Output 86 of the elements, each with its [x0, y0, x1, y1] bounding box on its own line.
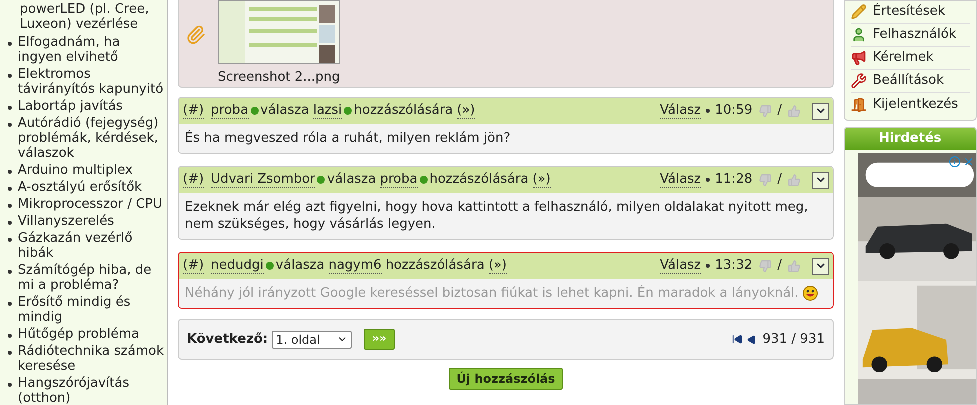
author-link[interactable]: Udvari Zsombor	[211, 172, 316, 188]
bullet-icon	[8, 187, 12, 191]
previous-page-icon[interactable]	[746, 334, 757, 344]
reply-suffix: hozzászólására	[354, 102, 454, 120]
sidebar-link[interactable]: Labortáp javítás	[18, 99, 123, 114]
first-page-icon[interactable]	[732, 334, 743, 345]
vote-separator: /	[778, 171, 782, 190]
comment-text: Ezeknek már elég azt figyelni, hogy hova kattintott a felhasználó, milyen oldalakat nyitott meg, nem szükséges, hogy vásárlás legyen.	[185, 199, 810, 233]
bullet-icon	[8, 74, 12, 78]
menu-item[interactable]: Kérelmek	[851, 47, 970, 70]
bullet-icon	[8, 123, 12, 127]
menu-item[interactable]: Kijelentkezés	[851, 93, 970, 116]
reply-link[interactable]: Válasz	[660, 104, 702, 118]
reply-verb: válasza	[260, 102, 310, 120]
comment-text: Néhány jól irányzott Google kereséssel biztosan fiúkat is lehet kapni. Én maradok a lányoknál.	[185, 285, 799, 302]
bullet-icon	[706, 109, 710, 113]
new-post-button[interactable]: Új hozzászólás	[448, 368, 564, 390]
ad-header: Hirdetés	[845, 128, 976, 150]
sidebar-link[interactable]: Számítógép hiba, de mi a probléma?	[18, 263, 165, 293]
sidebar-link[interactable]: Elfogadnám, ha ingyen elvihető	[18, 35, 165, 65]
menu-dropdown-button[interactable]	[812, 102, 829, 120]
sidebar-link[interactable]: powerLED (pl. Cree, Luxeon) vezérlése	[8, 0, 165, 34]
menu-item[interactable]: Értesítések	[851, 1, 970, 24]
permalink[interactable]: (#)	[183, 258, 204, 274]
sidebar-link[interactable]: Gázkazán vezérlő hibák	[18, 231, 165, 261]
reply-verb: válasza	[276, 257, 325, 276]
page-count: 931 / 931	[762, 330, 825, 349]
bullet-icon	[8, 238, 12, 242]
reply-link[interactable]: Válasz	[660, 172, 702, 188]
author-link[interactable]: nagym6	[328, 258, 382, 274]
bullet-icon	[8, 204, 12, 208]
bullet-icon	[8, 351, 12, 355]
bullet-icon	[8, 302, 12, 306]
sidebar-link[interactable]: A-osztályú erősítők	[18, 180, 142, 195]
comment-time: 10:59	[715, 102, 753, 120]
sidebar-link[interactable]: Hangszórójavítás (otthon)	[18, 376, 165, 405]
reply-verb: válasza	[327, 171, 376, 190]
bullet-icon	[8, 270, 12, 274]
paperclip-icon	[186, 25, 206, 45]
bullet-icon	[706, 264, 710, 268]
comment-time: 11:28	[715, 171, 753, 190]
author-link[interactable]: proba	[211, 104, 249, 118]
bullet-icon	[8, 106, 12, 110]
sidebar-link[interactable]: Elektromos távirányítós kapunyitó	[18, 67, 165, 97]
next-label: Következő:	[187, 330, 268, 349]
attachment-filename[interactable]: Screenshot 2...png	[218, 68, 340, 88]
page-select[interactable]: 1. oldal	[272, 330, 352, 348]
door-icon	[851, 96, 867, 112]
sidebar-link[interactable]: Autórádió (fejegység) problémák, kérdések, válaszok	[18, 116, 165, 161]
menu-item[interactable]: Beállítások	[851, 70, 970, 93]
sidebar-link[interactable]: Erősítő mindig és mindig	[18, 295, 165, 325]
sidebar-link[interactable]: Villanyszerelés	[18, 214, 114, 229]
parent-link[interactable]: (»)	[532, 172, 551, 188]
author-link[interactable]: nedudgi	[211, 258, 264, 274]
vote-separator: /	[778, 102, 782, 120]
comment-text: És ha megveszed róla a ruhát, milyen reklám jön?	[185, 130, 511, 147]
pencil-icon	[851, 4, 867, 20]
reply-link[interactable]: Válasz	[660, 258, 702, 274]
menu-item[interactable]: Felhasználók	[851, 24, 970, 47]
parent-link[interactable]: (»)	[457, 104, 476, 118]
sidebar-link[interactable]: Arduino multiplex	[18, 163, 133, 178]
wrench-icon	[851, 73, 867, 89]
sidebar-link[interactable]: Rádiótechnika számok keresése	[18, 344, 165, 374]
vote-separator: /	[778, 257, 782, 276]
bullet-icon	[8, 42, 12, 46]
comment-time: 13:32	[715, 257, 753, 276]
sidebar-link[interactable]: Hűtőgép probléma	[18, 327, 140, 342]
bullet-icon	[8, 170, 12, 174]
bullet-icon	[8, 383, 12, 387]
menu-dropdown-button[interactable]	[812, 258, 829, 274]
sidebar-link[interactable]: Mikroprocesszor / CPU	[18, 197, 163, 212]
close-icon[interactable]	[963, 156, 975, 168]
author-link[interactable]: proba	[380, 172, 418, 188]
parent-link[interactable]: (»)	[488, 258, 507, 274]
bullet-icon	[8, 221, 12, 225]
user-icon	[851, 27, 867, 43]
megaphone-icon	[851, 50, 867, 66]
menu-dropdown-button[interactable]	[812, 172, 829, 188]
bullet-icon	[8, 334, 12, 338]
reply-suffix: hozzászólására	[430, 171, 529, 190]
reply-suffix: hozzászólására	[386, 257, 485, 276]
author-link[interactable]: lazsi	[313, 104, 342, 118]
permalink[interactable]: (#)	[183, 104, 204, 118]
bullet-icon	[706, 178, 710, 182]
info-icon[interactable]	[949, 156, 961, 168]
permalink[interactable]: (#)	[183, 172, 204, 188]
